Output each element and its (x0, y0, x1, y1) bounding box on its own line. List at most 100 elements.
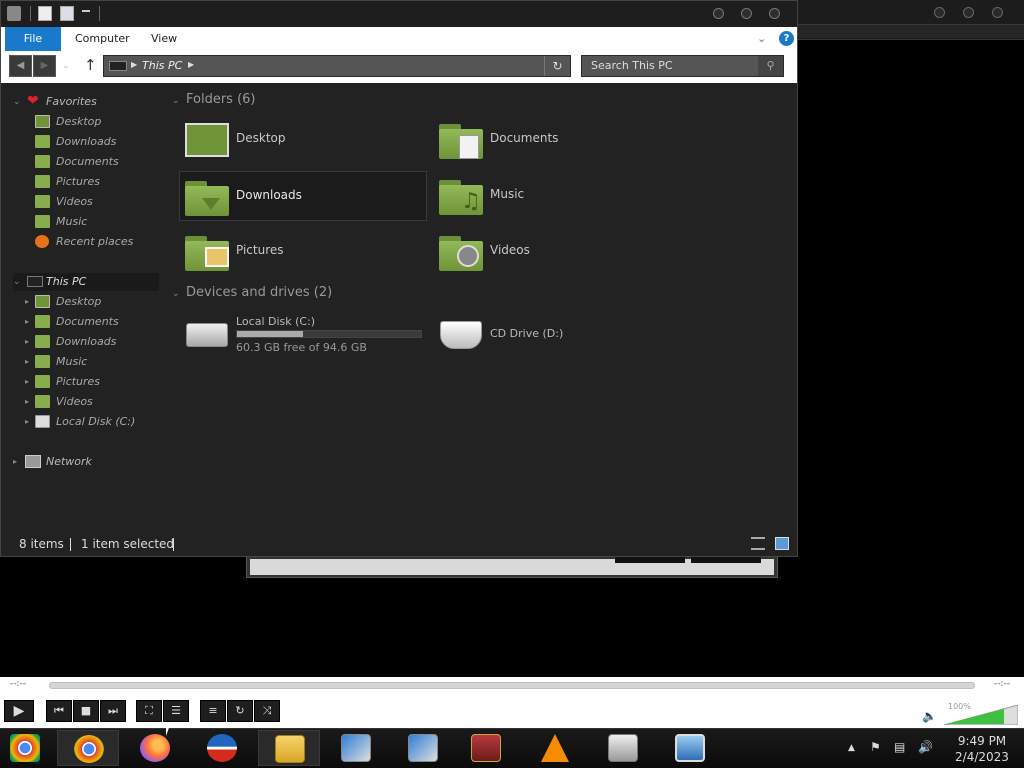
details-view-icon[interactable] (751, 537, 765, 550)
tab-computer[interactable]: Computer (63, 27, 142, 51)
clock-date: 2/4/2023 (955, 750, 1009, 764)
volume-slider[interactable] (944, 705, 1018, 725)
folder-music[interactable]: ♫ Music (434, 171, 682, 221)
close-button[interactable] (992, 7, 1003, 18)
folder-documents[interactable]: Documents (434, 115, 682, 165)
folder-videos[interactable]: Videos (434, 227, 682, 277)
drives-group-header[interactable]: ⌄ Devices and drives (2) (172, 285, 332, 300)
system-menu-icon[interactable] (7, 6, 21, 21)
vlc-icon (541, 734, 569, 762)
shuffle-button[interactable]: ⤨ (254, 700, 280, 722)
installer-2-icon (408, 734, 438, 762)
taskbar-app[interactable] (592, 730, 654, 766)
nav-favorites[interactable]: ⌄ ❤ Favorites (13, 93, 153, 111)
taskbar-app[interactable] (0, 730, 62, 766)
system-monitor-icon (608, 734, 638, 762)
action-center-flag-icon[interactable]: ⚑ (870, 740, 881, 754)
play-button[interactable]: ▶ (4, 700, 34, 722)
address-row: ◀ ▶ ⌄ ↑ ▶ This PC ▶ ↻ Search This PC ⚲ (1, 51, 797, 83)
loop-button[interactable]: ↻ (227, 700, 253, 722)
speaker-icon[interactable]: 🔈 (922, 709, 937, 723)
folder-downloads[interactable]: Downloads (179, 171, 427, 221)
folders-group-header[interactable]: ⌄ Folders (6) (172, 92, 256, 107)
taskbar-app[interactable] (57, 730, 119, 766)
obama-icon (207, 734, 237, 762)
computer-icon (109, 61, 127, 71)
tab-file[interactable]: File (5, 27, 61, 51)
customize-dropdown-icon[interactable] (82, 10, 90, 16)
maximize-button[interactable] (741, 8, 752, 19)
playlist-button[interactable]: ≡ (200, 700, 226, 722)
next-button[interactable]: ⏭ (100, 700, 126, 722)
fullscreen-button[interactable]: ⛶ (136, 700, 162, 722)
back-button[interactable]: ◀ (9, 55, 32, 77)
large-icons-view-icon[interactable] (775, 537, 789, 550)
desktop-icon (185, 123, 229, 157)
taskbar-app[interactable] (455, 730, 517, 766)
pictures-folder-icon (35, 375, 50, 388)
seek-slider[interactable] (49, 682, 975, 689)
previous-button[interactable]: ⏮ (46, 700, 72, 722)
file-explorer-icon (275, 735, 305, 763)
equalizer-button[interactable]: ☰ (163, 700, 189, 722)
taskbar-app[interactable] (258, 730, 320, 766)
address-bar[interactable]: ▶ This PC ▶ ↻ (103, 55, 571, 77)
properties-icon[interactable] (38, 6, 52, 21)
videos-folder-icon (35, 395, 50, 408)
search-icon[interactable]: ⚲ (758, 56, 783, 76)
taskbar-app[interactable] (191, 730, 253, 766)
selection-count: 1 item selected (81, 537, 175, 551)
music-folder-icon (35, 215, 50, 228)
nav-this-pc[interactable]: ⌄ This PC (13, 273, 159, 291)
documents-folder-icon (439, 121, 483, 159)
up-arrow-icon[interactable]: ↑ (84, 56, 97, 74)
taskbar-app[interactable] (659, 730, 721, 766)
ribbon-expand-chevron-icon[interactable]: ⌄ (757, 32, 766, 45)
folder-desktop[interactable]: Desktop (180, 115, 428, 165)
remaining-time: --:-- (994, 679, 1011, 689)
breadcrumb-this-pc[interactable]: This PC (142, 56, 182, 76)
videos-folder-icon (35, 195, 50, 208)
status-bar: 8 items 1 item selected (1, 534, 797, 556)
taskbar-app[interactable] (525, 730, 587, 766)
clock[interactable]: 9:49 PM 2/4/2023 (940, 733, 1024, 765)
item-count: 8 items (19, 537, 64, 551)
file-explorer-window: File Computer View ⌄ ? ◀ ▶ ⌄ ↑ ▶ This PC… (0, 0, 798, 557)
collapse-chevron-icon: ⌄ (172, 289, 180, 299)
taskbar-app[interactable] (325, 730, 387, 766)
drive-cd[interactable]: CD Drive (D:) (434, 311, 682, 361)
mouse-cursor (166, 722, 171, 736)
breadcrumb-chevron-icon[interactable]: ▶ (188, 60, 194, 69)
forward-button[interactable]: ▶ (33, 55, 56, 77)
downloads-folder-icon (35, 135, 50, 148)
refresh-icon[interactable]: ↻ (544, 56, 570, 76)
stop-button[interactable]: ■ (73, 700, 99, 722)
pictures-folder-icon (35, 175, 50, 188)
folder-pictures[interactable]: Pictures (180, 227, 428, 277)
computer-icon (27, 276, 43, 287)
heart-icon: ❤ (27, 93, 39, 109)
minimize-button[interactable] (934, 7, 945, 18)
documents-folder-icon (35, 315, 50, 328)
volume-icon[interactable]: 🔊 (918, 740, 933, 754)
taskbar-app[interactable] (392, 730, 454, 766)
cd-drive-icon (440, 321, 482, 349)
help-icon[interactable]: ? (779, 31, 794, 46)
new-folder-icon[interactable] (60, 6, 74, 21)
minimize-button[interactable] (713, 8, 724, 19)
chrome-alt-icon (10, 734, 40, 762)
ribbon-tabs: File Computer View ⌄ ? (1, 27, 797, 51)
tab-view[interactable]: View (139, 27, 189, 51)
show-hidden-icons-icon[interactable]: ▲ (848, 743, 855, 753)
taskbar-app[interactable] (124, 730, 186, 766)
winrar-icon (471, 734, 501, 762)
breadcrumb-separator-icon[interactable]: ▶ (131, 60, 137, 69)
close-button[interactable] (769, 8, 780, 19)
network-icon[interactable]: ▤ (894, 740, 905, 754)
search-input[interactable]: Search This PC ⚲ (581, 55, 784, 77)
maximize-button[interactable] (963, 7, 974, 18)
elapsed-time: --:-- (10, 679, 27, 689)
pictures-folder-icon (185, 233, 229, 271)
drive-local-disk[interactable]: Local Disk (C:) 60.3 GB free of 94.6 GB (180, 311, 428, 361)
recent-locations-chevron-icon[interactable]: ⌄ (62, 61, 70, 71)
